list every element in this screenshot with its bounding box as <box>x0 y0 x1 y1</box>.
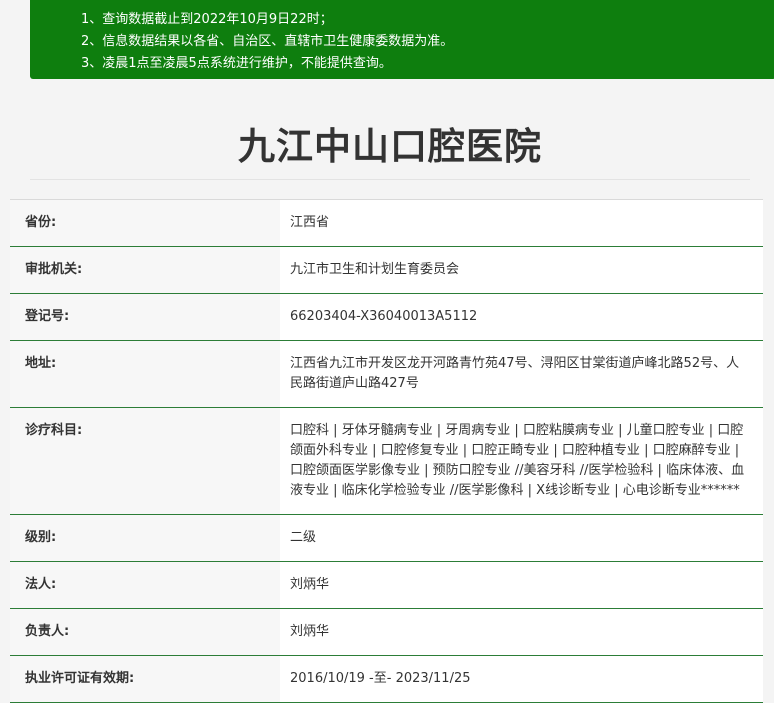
field-value-departments: 口腔科 | 牙体牙髓病专业 | 牙周病专业 | 口腔粘膜病专业 | 儿童口腔专业… <box>280 407 763 515</box>
hospital-info-table: 省份: 江西省 审批机关: 九江市卫生和计划生育委员会 登记号: 6620340… <box>10 199 763 703</box>
notice-line: 1、查询数据截止到2022年10月9日22时； <box>81 12 333 27</box>
table-row: 省份: 江西省 <box>10 199 763 247</box>
field-label-approval-authority: 审批机关: <box>10 246 280 294</box>
field-label-grade: 级别: <box>10 514 280 562</box>
table-row: 级别: 二级 <box>10 514 763 562</box>
field-label-address: 地址: <box>10 340 280 408</box>
table-row: 负责人: 刘炳华 <box>10 608 763 656</box>
field-label-legal-representative: 法人: <box>10 561 280 609</box>
field-value-grade: 二级 <box>280 514 763 562</box>
table-row: 法人: 刘炳华 <box>10 561 763 609</box>
table-row: 登记号: 66203404-X36040013A5112 <box>10 293 763 341</box>
table-row: 执业许可证有效期: 2016/10/19 -至- 2023/11/25 <box>10 655 763 703</box>
title-divider <box>30 179 750 180</box>
field-label-departments: 诊疗科目: <box>10 407 280 515</box>
field-value-license-validity: 2016/10/19 -至- 2023/11/25 <box>280 655 763 703</box>
field-value-province: 江西省 <box>280 199 763 247</box>
field-value-approval-authority: 九江市卫生和计划生育委员会 <box>280 246 763 294</box>
table-row: 地址: 江西省九江市开发区龙开河路青竹苑47号、浔阳区甘棠街道庐峰北路52号、人… <box>10 340 763 408</box>
field-value-address: 江西省九江市开发区龙开河路青竹苑47号、浔阳区甘棠街道庐峰北路52号、人民路街道… <box>280 340 763 408</box>
page-title: 九江中山口腔医院 <box>238 125 542 168</box>
field-value-registration-number: 66203404-X36040013A5112 <box>280 293 763 341</box>
table-row: 审批机关: 九江市卫生和计划生育委员会 <box>10 246 763 294</box>
table-row: 诊疗科目: 口腔科 | 牙体牙髓病专业 | 牙周病专业 | 口腔粘膜病专业 | … <box>10 407 763 515</box>
field-label-license-validity: 执业许可证有效期: <box>10 655 280 703</box>
notice-banner: 1、查询数据截止到2022年10月9日22时； 2、信息数据结果以各省、自治区、… <box>30 0 774 79</box>
field-label-province: 省份: <box>10 199 280 247</box>
notice-line: 2、信息数据结果以各省、自治区、直辖市卫生健康委数据为准。 <box>81 34 454 49</box>
notice-line: 3、凌晨1点至凌晨5点系统进行维护，不能提供查询。 <box>81 56 392 71</box>
field-label-person-in-charge: 负责人: <box>10 608 280 656</box>
field-value-person-in-charge: 刘炳华 <box>280 608 763 656</box>
field-value-legal-representative: 刘炳华 <box>280 561 763 609</box>
field-label-registration-number: 登记号: <box>10 293 280 341</box>
